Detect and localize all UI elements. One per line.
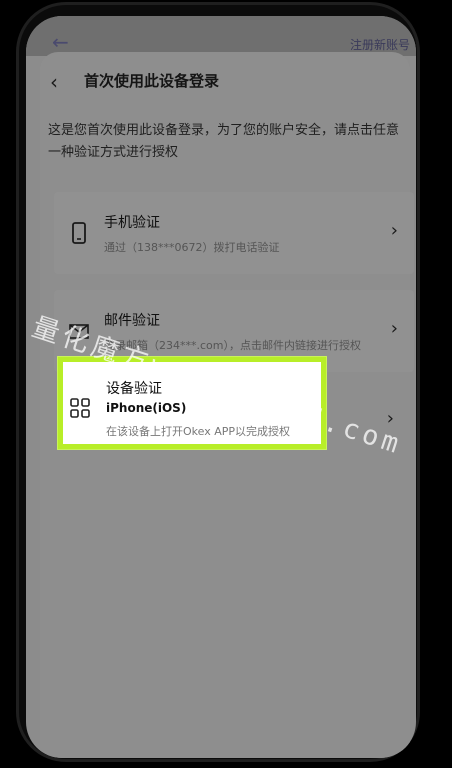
card-title: 邮件验证 [104, 313, 160, 329]
chevron-right-icon: › [386, 408, 394, 429]
arrow-left-icon[interactable]: ← [52, 30, 69, 54]
card-subtitle: 通过（138***0672）拨打电话验证 [104, 241, 280, 254]
phone-icon [72, 222, 86, 244]
card-subtitle: 登录邮箱（234***.com），点击邮件内链接进行授权 [104, 339, 361, 352]
page-title: 首次使用此设备登录 [84, 72, 220, 90]
chevron-right-icon: › [390, 318, 398, 339]
grid-icon [70, 398, 90, 418]
chevron-right-icon: › [390, 220, 398, 241]
device-verification-card[interactable]: 设备验证 iPhone(iOS) 在该设备上打开Okex APP以完成授权 [58, 357, 326, 449]
card-title: 手机验证 [104, 215, 160, 231]
mail-icon [69, 324, 89, 339]
card-title: 设备验证 [106, 381, 162, 397]
device-name: iPhone(iOS) [106, 401, 187, 415]
phone-verification-card[interactable]: 手机验证 通过（138***0672）拨打电话验证 › [54, 192, 414, 274]
register-link[interactable]: 注册新账号 [350, 36, 410, 53]
card-subtitle: 在该设备上打开Okex APP以完成授权 [106, 425, 291, 438]
description-text: 这是您首次使用此设备登录，为了您的账户安全，请点击任意一种验证方式进行授权 [48, 123, 400, 160]
chevron-left-icon[interactable]: ‹ [50, 70, 58, 94]
